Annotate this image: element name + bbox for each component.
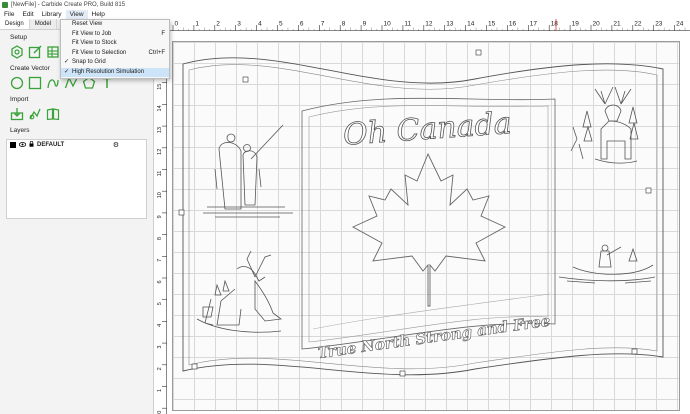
view-menu-dropdown: Reset View Fit View to Job F Fit View to…	[60, 19, 170, 79]
library-book-icon[interactable]	[46, 107, 60, 121]
selection-handle	[631, 348, 638, 355]
layer-name: DEFAULT	[37, 142, 65, 148]
menu-item-high-resolution-simulation[interactable]: ✓ High Resolution Simulation	[61, 67, 169, 77]
menu-bar: File Edit Library View Help	[0, 10, 690, 19]
checkmark-icon: ✓	[64, 68, 70, 75]
menu-view[interactable]: View	[65, 10, 88, 19]
eye-icon[interactable]	[18, 141, 27, 149]
curve-tool-icon[interactable]	[46, 76, 60, 90]
maple-leaf-icon	[352, 152, 506, 307]
menu-item-snap-to-grid[interactable]: ✓ Snap to Grid	[61, 58, 169, 68]
selection-handle	[178, 209, 185, 216]
checkmark-icon: ✓	[64, 59, 70, 65]
app-logo-icon	[2, 2, 8, 8]
menu-item-fit-view-to-job[interactable]: Fit View to Job F	[61, 30, 169, 40]
rectangle-tool-icon[interactable]	[28, 76, 42, 90]
menu-item-fit-view-to-stock[interactable]: Fit View to Stock	[61, 39, 169, 49]
shortcut-label: Ctrl+F	[148, 49, 166, 56]
import-image-icon[interactable]	[28, 107, 42, 121]
selection-handle	[242, 76, 249, 83]
menu-help[interactable]: Help	[88, 10, 109, 19]
canoe-scene-artwork	[558, 244, 656, 284]
deer-scene-artwork	[570, 86, 639, 164]
circle-tool-icon[interactable]	[10, 76, 24, 90]
job-setup-gear-icon[interactable]	[10, 45, 24, 59]
design-canvas[interactable]: 0 1 2 3 4 5 6 7 8 9 10 11 12 13 14 15 16 17 18 19 20 21 22 23 24…	[155, 19, 690, 414]
selection-handle	[645, 187, 652, 194]
selection-handle	[399, 370, 406, 377]
section-import-label: Import	[10, 96, 29, 103]
window-title: [NewFile] - Carbide Create PRO, Build 81…	[11, 2, 126, 8]
layer-settings-gear-icon[interactable]: ⚙	[113, 141, 119, 149]
menu-library[interactable]: Library	[38, 10, 66, 19]
selection-handle	[475, 49, 482, 56]
layer-color-swatch[interactable]	[10, 142, 16, 148]
layers-panel: DEFAULT ⚙	[6, 139, 147, 219]
layer-row[interactable]: DEFAULT ⚙	[7, 140, 146, 150]
tab-design[interactable]: Design	[0, 19, 30, 29]
lock-icon[interactable]	[29, 140, 34, 149]
shortcut-label: F	[161, 30, 165, 37]
menu-edit[interactable]: Edit	[18, 10, 37, 19]
design-artwork[interactable]: Oh Canada True North Strong and Free	[155, 19, 690, 414]
moose-scene-artwork	[196, 250, 283, 333]
oh-canada-title: Oh Canada	[342, 106, 513, 153]
title-bar: [NewFile] - Carbide Create PRO, Build 81…	[0, 0, 690, 10]
selection-handle	[191, 363, 198, 370]
menu-item-reset-view[interactable]: Reset View	[61, 20, 169, 30]
import-tools	[0, 105, 153, 123]
import-download-icon[interactable]	[10, 107, 24, 121]
section-layers-label: Layers	[10, 127, 30, 134]
table-icon[interactable]	[46, 45, 60, 59]
menu-file[interactable]: File	[0, 10, 18, 19]
tab-model[interactable]: Model	[30, 19, 58, 29]
menu-item-fit-view-to-selection[interactable]: Fit View to Selection Ctrl+F	[61, 49, 169, 59]
edit-icon[interactable]	[28, 45, 42, 59]
fishing-scene-artwork	[203, 124, 293, 218]
